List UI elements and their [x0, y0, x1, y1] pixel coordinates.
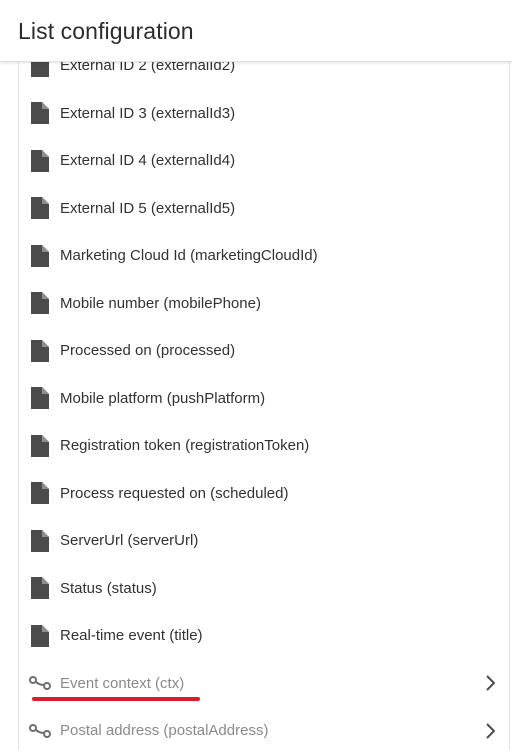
field-label: Status (status): [60, 579, 157, 597]
file-icon: [31, 292, 49, 315]
list-configuration-page: List configuration External ID 2 (extern…: [0, 0, 512, 750]
page-title: List configuration: [18, 18, 194, 44]
field-label: Marketing Cloud Id (marketingCloudId): [60, 247, 318, 265]
field-label: Postal address (postalAddress): [60, 722, 269, 740]
file-icon: [31, 339, 49, 362]
file-icon: [31, 149, 49, 172]
file-icon: [31, 434, 49, 457]
highlight-underline: [32, 697, 200, 701]
header: List configuration: [0, 0, 512, 62]
file-icon: [31, 577, 49, 600]
link-icon: [29, 676, 51, 691]
field-label: ServerUrl (serverUrl): [60, 532, 199, 550]
file-icon: [31, 624, 49, 647]
field-item[interactable]: Marketing Cloud Id (marketingCloudId): [19, 232, 509, 280]
link-icon: [29, 723, 51, 738]
field-label: Event context (ctx): [60, 674, 185, 692]
field-item[interactable]: Registration token (registrationToken): [19, 422, 509, 470]
field-label: Real-time event (title): [60, 627, 203, 645]
file-icon: [31, 62, 49, 77]
field-item[interactable]: Process requested on (scheduled): [19, 470, 509, 518]
field-item[interactable]: Mobile platform (pushPlatform): [19, 375, 509, 423]
field-label: Mobile number (mobilePhone): [60, 294, 261, 312]
field-item[interactable]: Event context (ctx): [19, 660, 509, 708]
field-label: Process requested on (scheduled): [60, 484, 289, 502]
field-item[interactable]: External ID 2 (externalId2): [19, 62, 509, 90]
chevron-right-icon[interactable]: [485, 723, 496, 739]
file-icon: [31, 529, 49, 552]
field-list-panel[interactable]: External ID 2 (externalId2) External ID 3…: [18, 62, 510, 750]
file-icon: [31, 244, 49, 267]
field-label: External ID 3 (externalId3): [60, 104, 236, 122]
field-item[interactable]: External ID 3 (externalId3): [19, 90, 509, 138]
chevron-right-icon[interactable]: [485, 675, 496, 691]
field-label: External ID 4 (externalId4): [60, 152, 236, 170]
file-icon: [31, 102, 49, 125]
field-item[interactable]: Processed on (processed): [19, 327, 509, 375]
field-label: Registration token (registrationToken): [60, 437, 310, 455]
field-item[interactable]: Real-time event (title): [19, 612, 509, 660]
field-label: External ID 2 (externalId2): [60, 62, 236, 75]
field-label: Mobile platform (pushPlatform): [60, 389, 266, 407]
field-label: Processed on (processed): [60, 342, 236, 360]
field-item[interactable]: Mobile number (mobilePhone): [19, 280, 509, 328]
field-item[interactable]: ServerUrl (serverUrl): [19, 517, 509, 565]
file-icon: [31, 387, 49, 410]
field-item[interactable]: External ID 5 (externalId5): [19, 185, 509, 233]
file-icon: [31, 482, 49, 505]
field-item[interactable]: Status (status): [19, 565, 509, 613]
field-item[interactable]: External ID 4 (externalId4): [19, 137, 509, 185]
file-icon: [31, 197, 49, 220]
field-list: External ID 2 (externalId2) External ID 3…: [19, 62, 509, 750]
field-label: External ID 5 (externalId5): [60, 199, 236, 217]
field-item[interactable]: Postal address (postalAddress): [19, 707, 509, 750]
